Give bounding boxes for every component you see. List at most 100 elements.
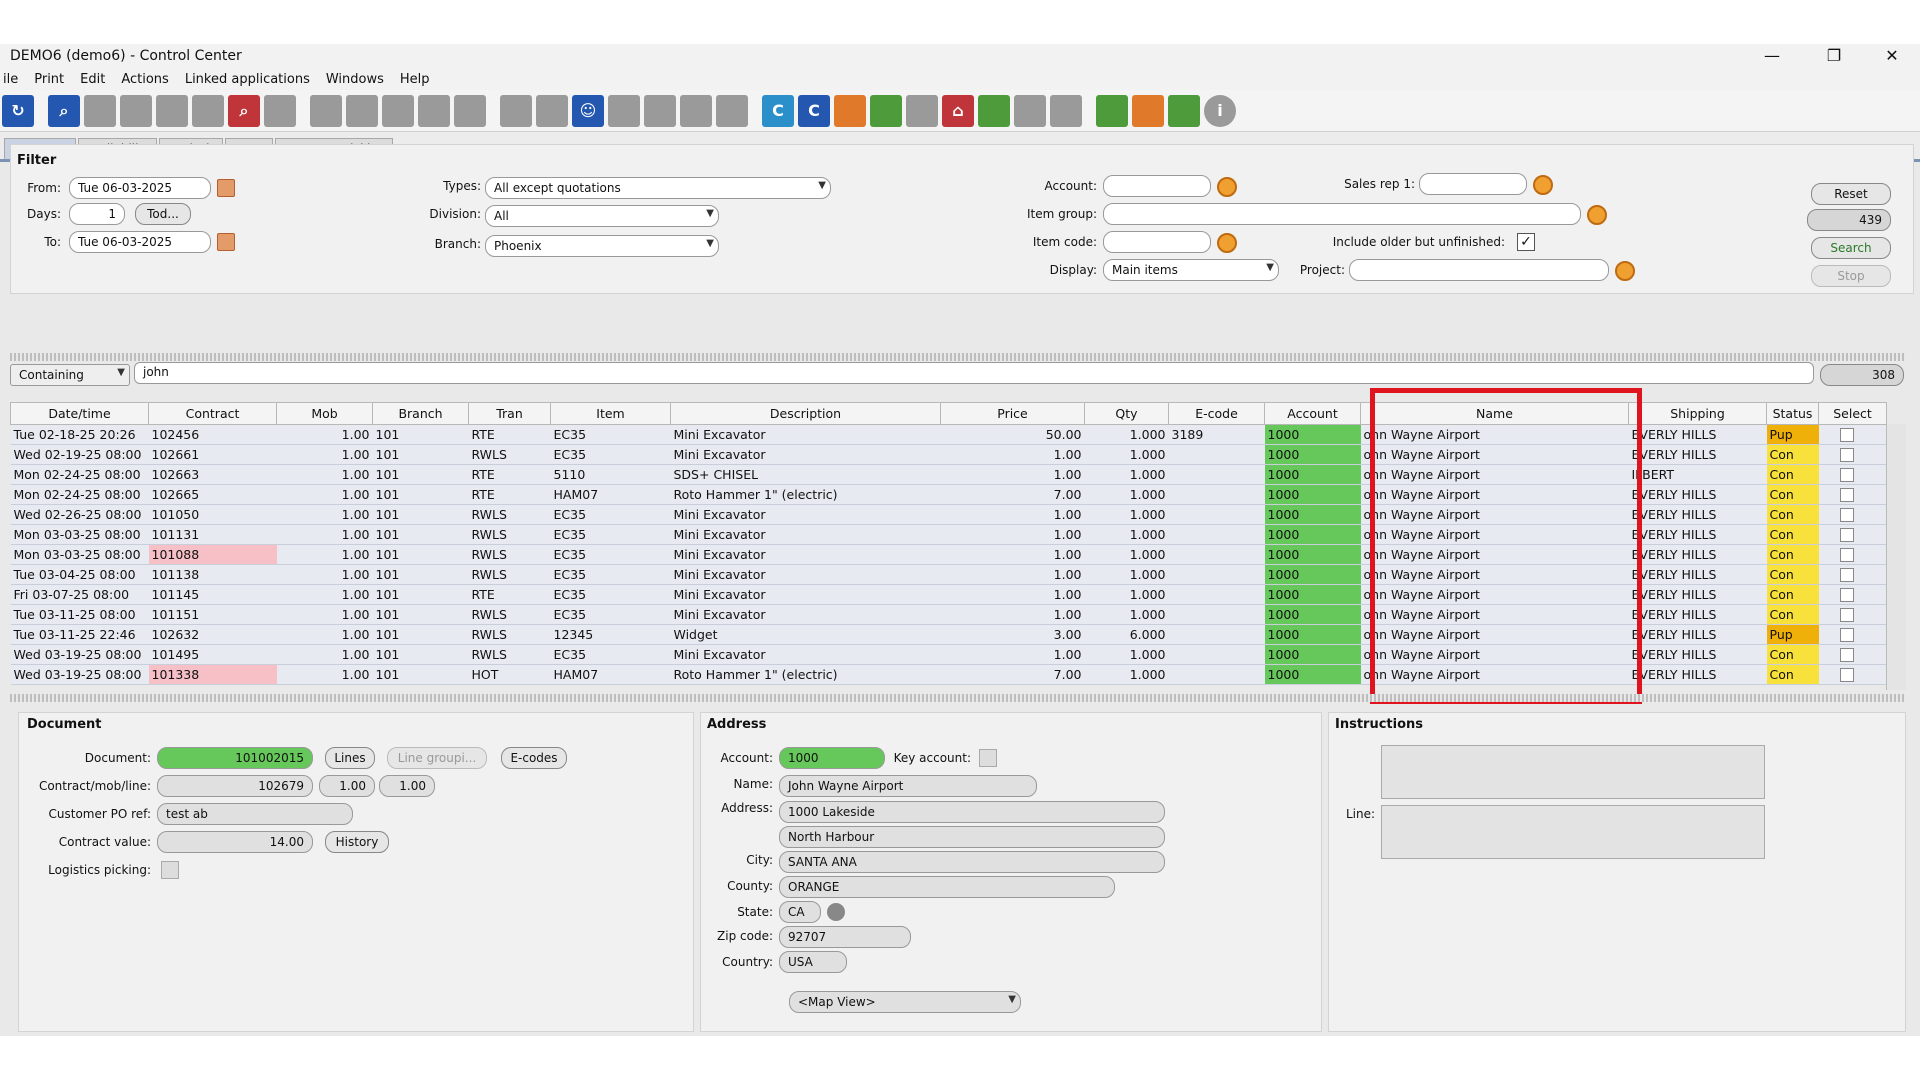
map-view-dropdown[interactable]: <Map View> [789, 991, 1021, 1013]
select-checkbox[interactable] [1839, 628, 1854, 643]
select-checkbox[interactable] [1839, 608, 1854, 623]
table-row[interactable]: Mon 02-24-25 08:00 102665 1.00 101 RTE HAM07 R… [10, 484, 1887, 505]
menu-edit[interactable]: Edit [77, 72, 108, 87]
menu-linked-applications[interactable]: Linked applications [182, 72, 313, 87]
zip-field[interactable]: 92707 [779, 926, 911, 948]
quick-search-input[interactable]: john [134, 362, 1814, 384]
minimize-button[interactable]: — [1752, 44, 1792, 68]
document-icon[interactable] [834, 94, 866, 127]
country-field[interactable]: USA [779, 951, 847, 973]
select-checkbox[interactable] [1839, 448, 1854, 463]
search-button[interactable]: Search [1811, 237, 1891, 259]
tool-icon[interactable] [192, 94, 224, 127]
lines-button[interactable]: Lines [325, 747, 375, 769]
select-checkbox[interactable] [1839, 568, 1854, 583]
types-dropdown[interactable]: All except quotations [485, 177, 831, 199]
select-checkbox[interactable] [1839, 548, 1854, 563]
menu-print[interactable]: Print [31, 72, 67, 87]
line-instructions-textarea[interactable] [1381, 805, 1765, 859]
refresh-icon[interactable]: ↻ [2, 94, 34, 127]
menu-actions[interactable]: Actions [118, 72, 172, 87]
calendar-icon[interactable] [217, 179, 235, 197]
table-row[interactable]: Tue 03-11-25 22:46 102632 1.00 101 RWLS 12345… [10, 624, 1887, 645]
tool-icon[interactable] [418, 94, 450, 127]
tool-icon[interactable] [1014, 94, 1046, 127]
instructions-textarea[interactable] [1381, 745, 1765, 799]
history-button[interactable]: History [325, 831, 389, 853]
splitter-top[interactable] [10, 353, 1906, 361]
tool-icon[interactable] [346, 94, 378, 127]
sales-rep-field[interactable] [1419, 173, 1527, 195]
logistics-picking-checkbox[interactable] [161, 861, 179, 879]
document-field[interactable]: 101002015 [157, 747, 313, 769]
account-picker-icon[interactable] [1217, 177, 1237, 197]
column-header[interactable]: E-code [1168, 402, 1265, 425]
select-checkbox[interactable] [1839, 488, 1854, 503]
tool-icon[interactable] [536, 94, 568, 127]
city-field[interactable]: SANTA ANA [779, 851, 1165, 873]
tool-icon[interactable] [906, 94, 938, 127]
address-line1-field[interactable]: 1000 Lakeside [779, 801, 1165, 823]
address-account-field[interactable]: 1000 [779, 747, 885, 769]
contract-value-field[interactable]: 14.00 [157, 831, 313, 853]
table-row[interactable]: Wed 02-26-25 08:00 101050 1.00 101 RWLS EC35 M… [10, 504, 1887, 525]
item-group-picker-icon[interactable] [1587, 205, 1607, 225]
search-icon[interactable]: ⌕ [48, 94, 80, 127]
export-icon[interactable] [1132, 94, 1164, 127]
table-scrollbar[interactable] [1886, 424, 1906, 690]
find-icon[interactable]: ⌕ [228, 94, 260, 127]
table-row[interactable]: Wed 03-19-25 08:00 101338 1.00 101 HOT HAM07 R… [10, 664, 1887, 685]
column-header[interactable]: Price [940, 402, 1085, 425]
key-account-checkbox[interactable] [979, 749, 997, 767]
export-icon[interactable] [1096, 94, 1128, 127]
address-line2-field[interactable]: North Harbour [779, 826, 1165, 848]
table-row[interactable]: Wed 02-19-25 08:00 102661 1.00 101 RWLS EC35 M… [10, 444, 1887, 465]
tool-icon[interactable] [382, 94, 414, 127]
include-older-checkbox[interactable]: ✓ [1517, 233, 1535, 251]
tool-icon[interactable] [500, 94, 532, 127]
branch-dropdown[interactable]: Phoenix [485, 235, 719, 257]
days-field[interactable]: 1 [69, 203, 125, 225]
table-row[interactable]: Mon 02-24-25 08:00 102663 1.00 101 RTE 5110 SD… [10, 464, 1887, 485]
reset-button[interactable]: Reset [1811, 183, 1891, 205]
select-checkbox[interactable] [1839, 528, 1854, 543]
table-row[interactable]: Tue 03-11-25 08:00 101151 1.00 101 RWLS EC35 M… [10, 604, 1887, 625]
state-field[interactable]: CA [779, 901, 821, 923]
tool-icon[interactable] [84, 94, 116, 127]
line-groups-button[interactable]: Line groupi... [387, 747, 487, 769]
tool-icon[interactable] [156, 94, 188, 127]
column-header[interactable]: Description [670, 402, 941, 425]
tool-icon[interactable] [310, 94, 342, 127]
state-picker-icon[interactable] [827, 903, 845, 921]
table-row[interactable]: Tue 03-04-25 08:00 101138 1.00 101 RWLS EC35 M… [10, 564, 1887, 585]
line-field[interactable]: 1.00 [379, 775, 435, 797]
from-date-field[interactable]: Tue 06-03-2025 [69, 177, 211, 199]
sync-icon[interactable]: C [762, 94, 794, 127]
column-header[interactable]: Contract [148, 402, 277, 425]
tool-icon[interactable] [644, 94, 676, 127]
account-field[interactable] [1103, 175, 1211, 197]
restore-button[interactable]: ❐ [1814, 44, 1854, 68]
chart-icon[interactable] [978, 94, 1010, 127]
project-field[interactable] [1349, 259, 1609, 281]
export-icon[interactable] [1168, 94, 1200, 127]
column-header[interactable]: Status [1766, 402, 1819, 425]
select-checkbox[interactable] [1839, 648, 1854, 663]
menu-windows[interactable]: Windows [323, 72, 387, 87]
tool-icon[interactable] [120, 94, 152, 127]
sync-icon[interactable]: C [798, 94, 830, 127]
column-header[interactable]: Mob [276, 402, 373, 425]
project-picker-icon[interactable] [1615, 261, 1635, 281]
today-button[interactable]: Tod... [135, 203, 191, 225]
column-header[interactable]: Branch [372, 402, 469, 425]
sales-rep-picker-icon[interactable] [1533, 175, 1553, 195]
select-checkbox[interactable] [1839, 668, 1854, 683]
tool-icon[interactable] [264, 94, 296, 127]
home-icon[interactable]: ⌂ [942, 94, 974, 127]
chart-icon[interactable] [870, 94, 902, 127]
table-row[interactable]: Tue 02-18-25 20:26 102456 1.00 101 RTE EC35 Mi… [10, 424, 1887, 445]
search-mode-dropdown[interactable]: Containing [10, 364, 130, 386]
select-checkbox[interactable] [1839, 508, 1854, 523]
column-header[interactable]: Name [1360, 402, 1629, 425]
to-date-field[interactable]: Tue 06-03-2025 [69, 231, 211, 253]
